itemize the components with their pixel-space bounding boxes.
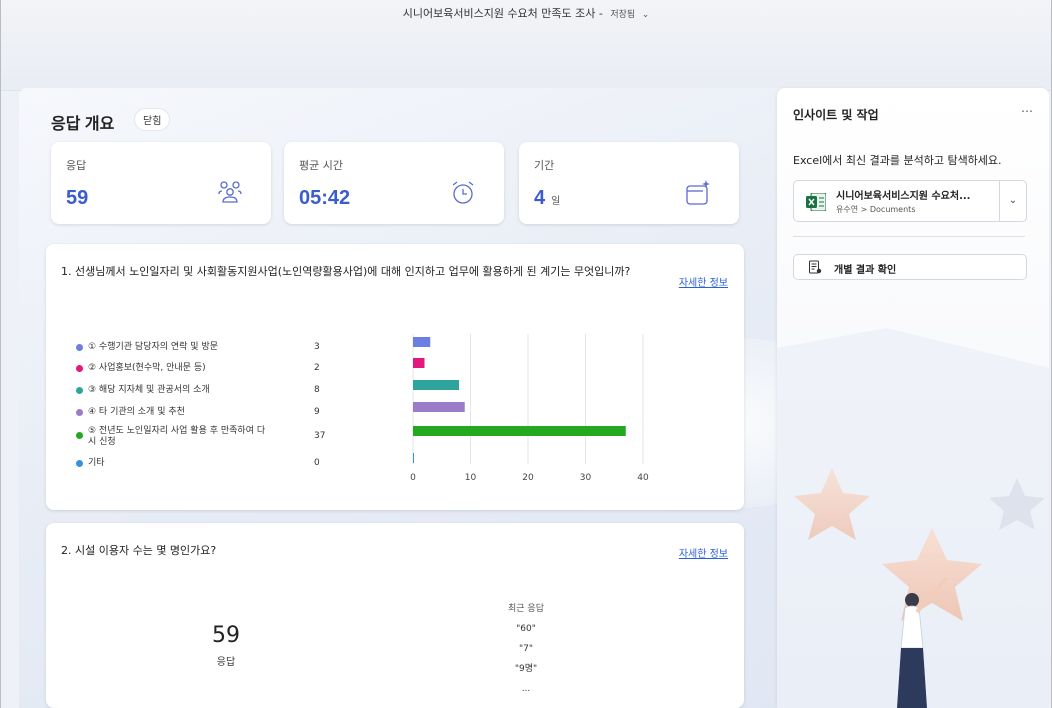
question-1-card: 1. 선생님께서 노인일자리 및 사회활동지원사업(노인역량활용사업)에 대해 … — [46, 244, 744, 510]
question-2-more-link[interactable]: 자세한 정보 — [679, 545, 728, 560]
overview-title: 응답 개요 — [51, 116, 115, 133]
excel-file-selector[interactable]: 시니어보육서비스지원 수요처... 유수연 > Documents ⌄ — [793, 180, 1027, 222]
question-2-text: 2. 시설 이용자 수는 몇 명인가요? — [61, 544, 217, 557]
average-time-value: 05:42 — [299, 187, 351, 209]
insights-panel: 인사이트 및 작업 ⋯ Excel에서 최신 결과를 분석하고 탐색하세요. 시… — [777, 88, 1049, 708]
bar — [413, 337, 431, 347]
question-2-card: 2. 시설 이용자 수는 몇 명인가요? 자세한 정보 59 응답 최근 응답 … — [46, 523, 744, 708]
view-individual-results-button[interactable]: 개별 결과 확인 — [793, 254, 1027, 280]
close-status-badge[interactable]: 닫힘 — [134, 108, 171, 131]
recent-response: "60" — [516, 624, 536, 634]
x-tick-label: 30 — [580, 473, 592, 483]
responses-value: 59 — [66, 187, 89, 209]
duration-value: 4일 — [534, 187, 561, 209]
decorative-illustration — [777, 328, 1049, 708]
total-response-label: 응답 — [216, 657, 236, 668]
responses-card: 응답 59 — [51, 142, 271, 224]
average-time-card: 평균 시간 05:42 — [284, 142, 504, 224]
insights-title: 인사이트 및 작업 — [793, 108, 879, 122]
legend-count: 9 — [314, 407, 320, 417]
document-list-icon — [809, 260, 822, 274]
recent-response: "9명" — [514, 664, 538, 674]
bar — [413, 402, 465, 412]
calendar-sparkle-icon — [686, 180, 710, 205]
document-title[interactable]: 시니어보육서비스지원 수요처 만족도 조사 - 저장됨 ⌄ — [0, 5, 1052, 21]
x-tick-label: 20 — [522, 473, 534, 483]
question-1-text: 1. 선생님께서 노인일자리 및 사회활동지원사업(노인역량활용사업)에 대해 … — [61, 265, 631, 278]
more-horizontal-icon[interactable]: ⋯ — [1021, 104, 1033, 118]
legend-count: 37 — [314, 431, 326, 441]
recent-responses: 최근 응답 "60" "7" "9명" ... — [486, 599, 566, 699]
excel-description: Excel에서 최신 결과를 분석하고 탐색하세요. — [793, 154, 1002, 167]
excel-file-name: 시니어보육서비스지원 수요처... — [836, 191, 971, 202]
question-1-more-link[interactable]: 자세한 정보 — [679, 274, 728, 289]
recent-ellipsis: ... — [521, 684, 531, 694]
people-icon — [218, 181, 242, 203]
bar — [413, 380, 459, 390]
legend-count: 8 — [314, 385, 320, 395]
chevron-down-icon[interactable]: ⌄ — [642, 10, 650, 20]
legend-count: 0 — [314, 458, 320, 468]
recent-response: "7" — [518, 644, 533, 654]
legend-count: 2 — [314, 363, 320, 373]
alarm-clock-icon — [452, 181, 474, 204]
question-1-bar-chart: 0 10 20 30 40 — [410, 334, 649, 483]
excel-icon — [806, 193, 826, 211]
x-tick-label: 10 — [465, 473, 477, 483]
title-bar: 시니어보육서비스지원 수요처 만족도 조사 - 저장됨 ⌄ — [0, 0, 1052, 91]
bar — [413, 358, 425, 368]
x-tick-label: 40 — [637, 473, 649, 483]
bar — [413, 426, 626, 436]
form-title: 시니어보육서비스지원 수요처 만족도 조사 — [402, 7, 596, 20]
total-response-count: 59 — [212, 623, 240, 648]
bar — [413, 453, 414, 463]
saved-status: 저장됨 — [610, 10, 636, 20]
divider — [793, 236, 1025, 237]
duration-card: 기간 4일 — [519, 142, 739, 224]
x-tick-label: 0 — [410, 473, 416, 483]
excel-file-path: 유수연 > Documents — [836, 205, 916, 214]
legend-count: 3 — [314, 342, 320, 352]
chevron-down-icon[interactable]: ⌄ — [999, 181, 1026, 221]
